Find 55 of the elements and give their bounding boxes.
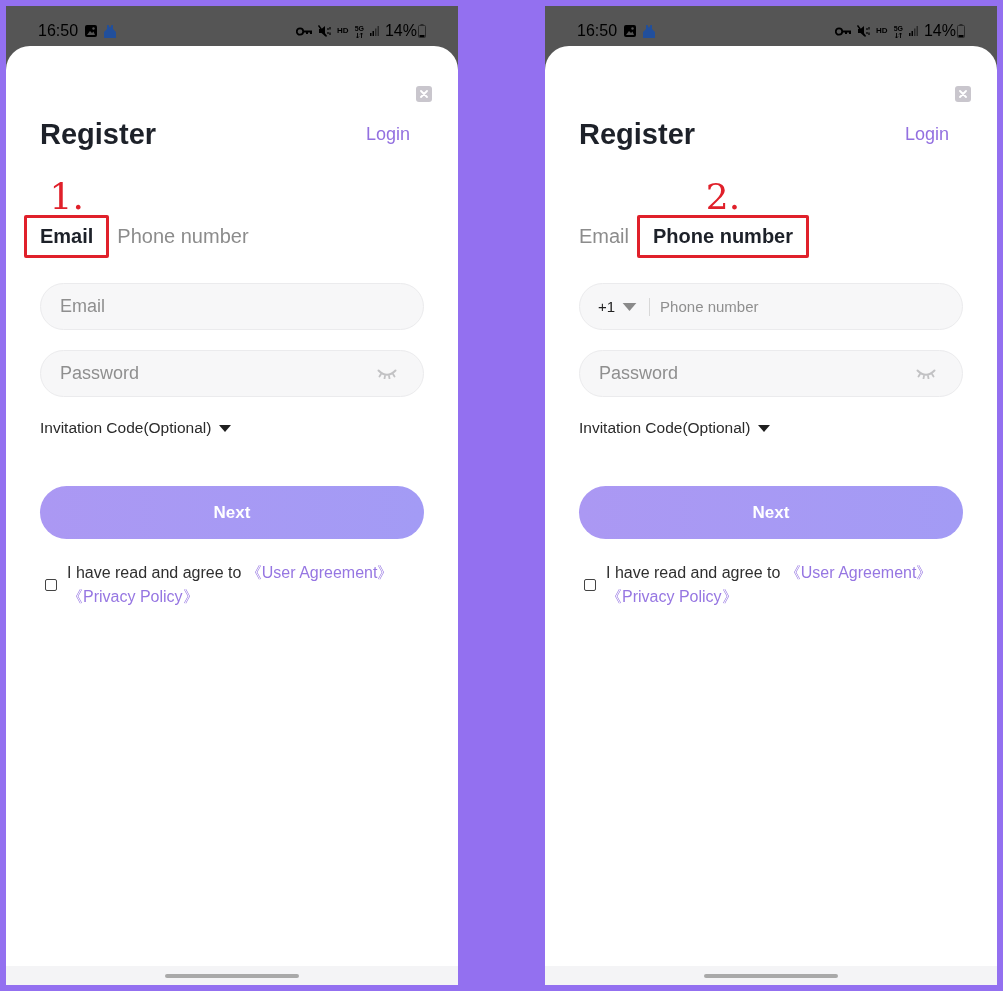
register-title: Register: [579, 117, 696, 152]
hd-indicator: HD: [876, 27, 888, 35]
signal-icon: [908, 26, 918, 36]
phone-field[interactable]: +1 Phone number: [579, 283, 963, 330]
agreement-text: I have read and agree to 《User Agreement》 《Privacy Policy》: [606, 563, 934, 607]
agreement-checkbox[interactable]: [584, 579, 596, 591]
legal-link[interactable]: 《Privacy Policy》: [67, 588, 199, 605]
invitation-code-toggle[interactable]: Invitation Code(Optional): [579, 418, 771, 438]
legal-link[interactable]: 《Privacy Policy》: [606, 588, 738, 605]
battery-percent: 14%: [923, 22, 956, 40]
register-title: Register: [40, 117, 157, 152]
login-link[interactable]: Login: [904, 123, 949, 145]
eye-closed-icon[interactable]: [916, 368, 936, 379]
phone-number-input[interactable]: Phone number: [660, 298, 936, 315]
email-field[interactable]: Email: [40, 283, 424, 330]
data-arrows-icon: [355, 32, 363, 38]
method-tab[interactable]: Email: [579, 224, 629, 248]
close-icon: [959, 90, 967, 98]
close-button[interactable]: [416, 86, 432, 102]
battery-icon: [418, 24, 426, 38]
password-field[interactable]: Password: [40, 350, 424, 397]
shirt-icon: [104, 24, 117, 38]
image-icon: [85, 25, 98, 37]
battery-percent: 14%: [384, 22, 417, 40]
legal-link[interactable]: 《User Agreement》: [245, 564, 394, 581]
method-tab[interactable]: Phone number: [117, 224, 249, 248]
muted-speaker-icon: [318, 25, 332, 37]
key-icon: [835, 26, 852, 36]
muted-speaker-icon: [857, 25, 871, 37]
key-icon: [296, 26, 313, 36]
close-icon: [420, 90, 428, 98]
method-tab[interactable]: Email: [40, 224, 94, 248]
country-code-select[interactable]: +1: [598, 298, 638, 315]
step-number: 2.: [705, 179, 741, 215]
data-arrows-icon: [894, 32, 902, 38]
caret-down-icon: [622, 302, 638, 311]
shirt-icon: [643, 24, 656, 38]
caret-down-icon: [758, 424, 771, 432]
login-link[interactable]: Login: [365, 123, 410, 145]
agreement-checkbox[interactable]: [45, 579, 57, 591]
status-time: 16:50: [38, 22, 79, 40]
agreement-text: I have read and agree to 《User Agreement》 《Privacy Policy》: [67, 563, 395, 607]
hd-indicator: HD: [337, 27, 349, 35]
battery-icon: [957, 24, 965, 38]
caret-down-icon: [219, 424, 232, 432]
invitation-code-toggle[interactable]: Invitation Code(Optional): [40, 418, 232, 438]
eye-closed-icon[interactable]: [377, 368, 397, 379]
close-button[interactable]: [955, 86, 971, 102]
password-field[interactable]: Password: [579, 350, 963, 397]
method-tab[interactable]: Phone number: [653, 224, 794, 248]
step-number: 1.: [49, 179, 84, 215]
signal-icon: [369, 26, 379, 36]
legal-link[interactable]: 《User Agreement》: [784, 564, 933, 581]
image-icon: [624, 25, 637, 37]
status-time: 16:50: [577, 22, 618, 40]
